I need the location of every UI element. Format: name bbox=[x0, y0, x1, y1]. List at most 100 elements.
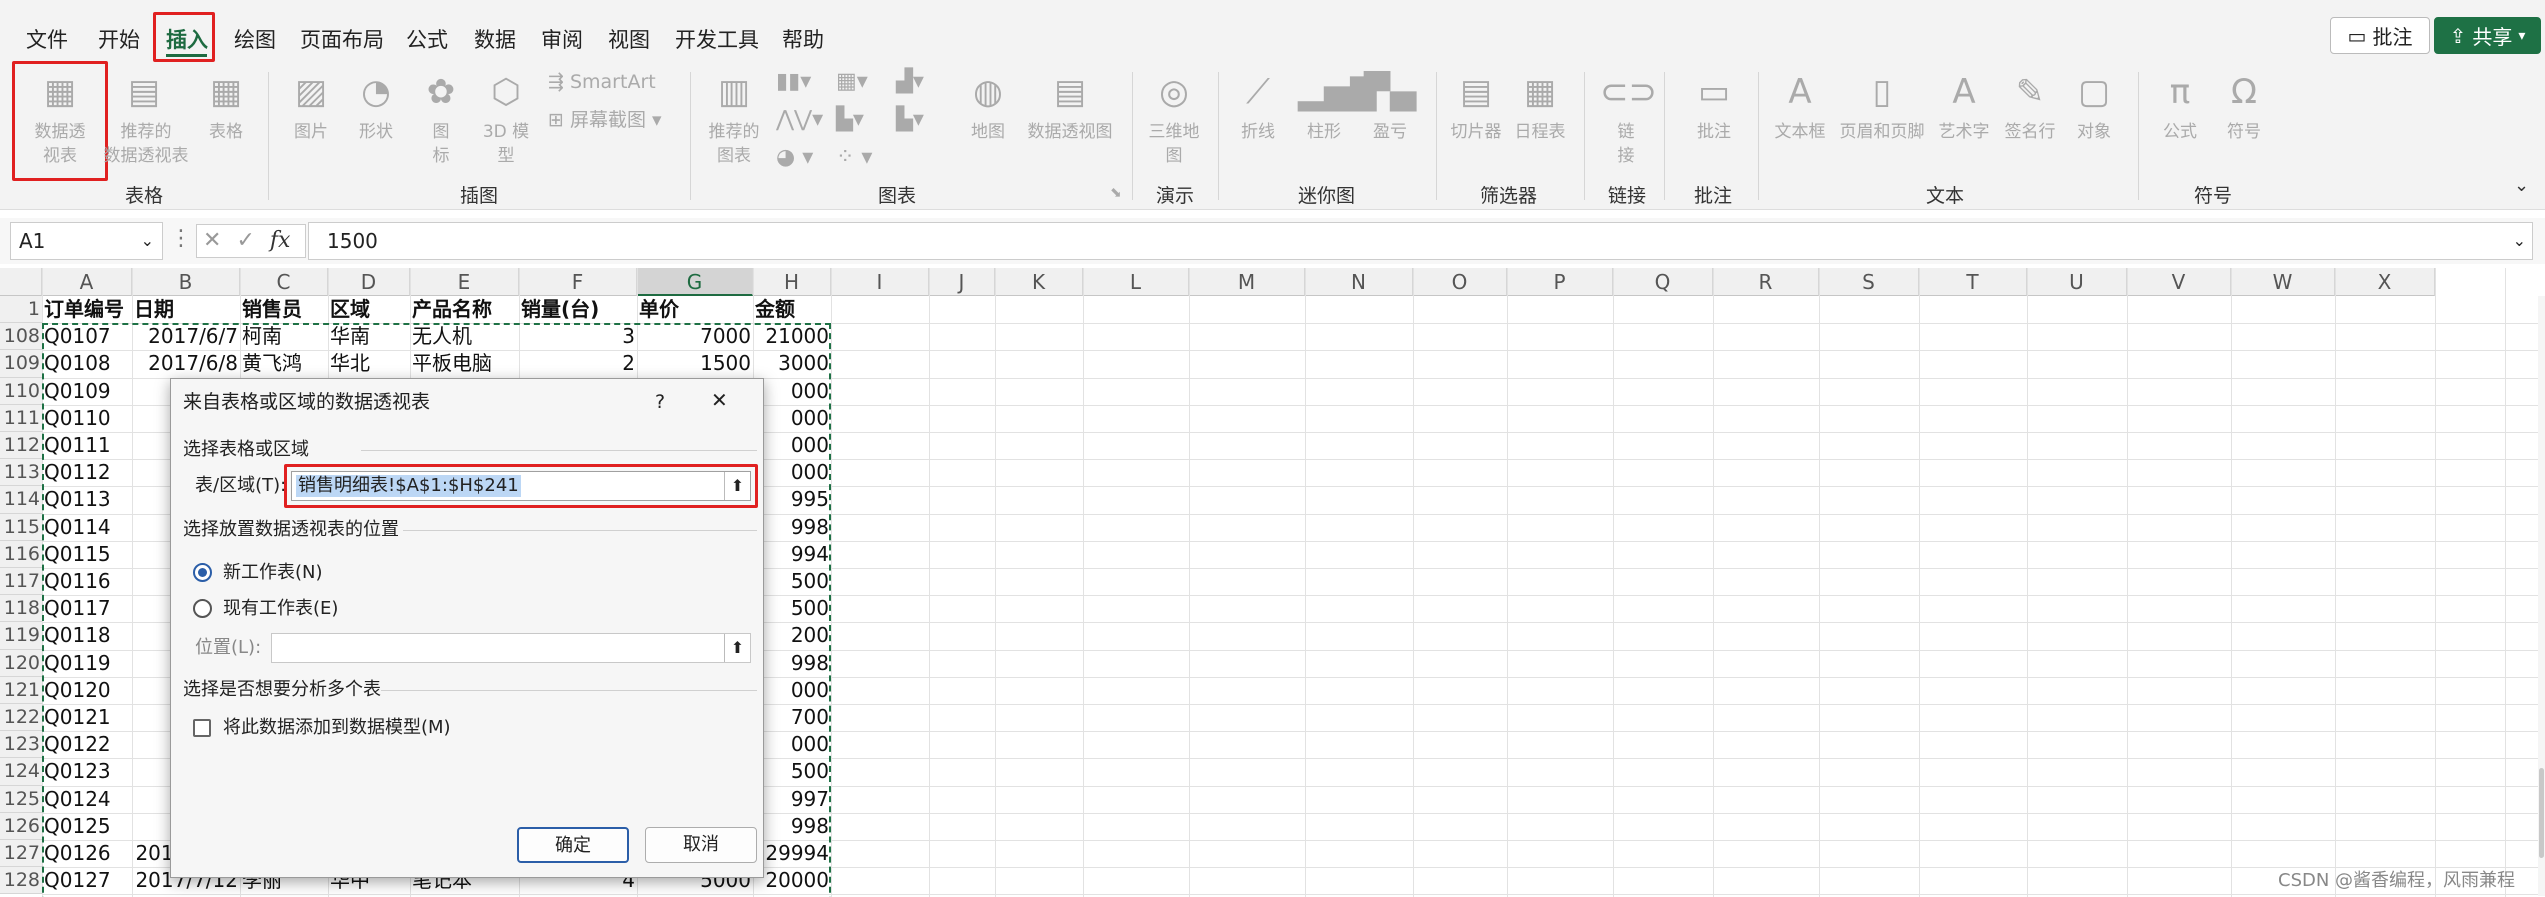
row-header[interactable]: 111 bbox=[0, 404, 42, 432]
hierarchy-chart-icon[interactable]: ▦▾ bbox=[836, 68, 868, 96]
close-icon[interactable]: ✕ bbox=[711, 389, 728, 411]
name-box[interactable]: A1 ⌄ bbox=[10, 222, 163, 260]
help-icon[interactable]: ? bbox=[655, 391, 665, 413]
tab-review[interactable]: 审阅 bbox=[541, 24, 583, 54]
column-header-m[interactable]: M bbox=[1189, 268, 1305, 296]
column-header-k[interactable]: K bbox=[995, 268, 1083, 296]
header-cell[interactable]: 销售员 bbox=[242, 296, 326, 323]
combo-chart-icon[interactable]: ▙▾ bbox=[896, 106, 924, 134]
column-header-t[interactable]: T bbox=[1919, 268, 2027, 296]
row-header[interactable]: 110 bbox=[0, 377, 42, 405]
column-header-u[interactable]: U bbox=[2027, 268, 2127, 296]
tab-home[interactable]: 开始 bbox=[98, 24, 140, 54]
3d-models-button[interactable]: 3D 模 型 bbox=[474, 120, 538, 168]
sparkline-column-button[interactable]: 柱形 bbox=[1298, 120, 1350, 144]
column-header-a[interactable]: A bbox=[42, 268, 132, 296]
column-chart-icon[interactable]: ▮▮▾ bbox=[776, 68, 811, 96]
select-all-corner[interactable] bbox=[0, 268, 42, 296]
header-footer-button[interactable]: 页眉和页脚 bbox=[1832, 120, 1932, 144]
cancel-button[interactable]: 取消 bbox=[645, 827, 757, 863]
column-header-j[interactable]: J bbox=[929, 268, 995, 296]
row-header[interactable]: 127 bbox=[0, 840, 42, 868]
row-header[interactable]: 120 bbox=[0, 649, 42, 677]
header-cell[interactable]: 单价 bbox=[639, 296, 751, 323]
collapse-ribbon-icon[interactable]: ⌄ bbox=[2514, 172, 2529, 200]
pictures-button[interactable]: 图片 bbox=[285, 120, 337, 144]
data-model-label[interactable]: 将此数据添加到数据模型(M) bbox=[223, 717, 451, 739]
scatter-chart-icon[interactable]: ⁘ ▾ bbox=[836, 144, 872, 172]
screenshot-button[interactable]: ⊞ 屏幕截图 ▾ bbox=[548, 106, 662, 134]
tab-file[interactable]: 文件 bbox=[26, 24, 68, 54]
cancel-icon[interactable]: ✕ bbox=[203, 228, 221, 253]
sparkline-line-button[interactable]: 折线 bbox=[1232, 120, 1284, 144]
column-header-i[interactable]: I bbox=[831, 268, 929, 296]
column-header-p[interactable]: P bbox=[1507, 268, 1613, 296]
equation-button[interactable]: 公式 bbox=[2154, 120, 2206, 144]
enter-icon[interactable]: ✓ bbox=[236, 228, 254, 253]
row-header[interactable]: 112 bbox=[0, 432, 42, 460]
row-header[interactable]: 119 bbox=[0, 622, 42, 650]
stats-chart-icon[interactable]: ▙▾ bbox=[836, 106, 864, 134]
link-button[interactable]: 链 接 bbox=[1600, 120, 1652, 168]
header-cell[interactable]: 订单编号 bbox=[44, 296, 130, 323]
tab-draw[interactable]: 绘图 bbox=[234, 24, 276, 54]
scrollbar-thumb[interactable] bbox=[2539, 768, 2544, 858]
data-model-checkbox[interactable] bbox=[193, 719, 211, 737]
ok-button[interactable]: 确定 bbox=[517, 827, 629, 863]
pivot-chart-button[interactable]: 数据透视图 bbox=[1022, 120, 1118, 144]
row-header[interactable]: 113 bbox=[0, 459, 42, 487]
column-header-d[interactable]: D bbox=[328, 268, 410, 296]
maps-button[interactable]: 地图 bbox=[962, 120, 1014, 144]
column-header-l[interactable]: L bbox=[1083, 268, 1189, 296]
column-header-s[interactable]: S bbox=[1819, 268, 1919, 296]
new-sheet-radio[interactable] bbox=[193, 563, 212, 582]
timeline-button[interactable]: 日程表 bbox=[1508, 120, 1572, 144]
header-cell[interactable]: 日期 bbox=[134, 296, 238, 323]
header-cell[interactable]: 销量(台) bbox=[521, 296, 635, 323]
header-cell[interactable]: 产品名称 bbox=[412, 296, 517, 323]
column-header-e[interactable]: E bbox=[410, 268, 519, 296]
waterfall-chart-icon[interactable]: ▟▾ bbox=[896, 68, 924, 96]
row-header[interactable]: 122 bbox=[0, 704, 42, 732]
row-header[interactable]: 124 bbox=[0, 758, 42, 786]
header-cell[interactable]: 区域 bbox=[330, 296, 408, 323]
row-header[interactable]: 115 bbox=[0, 513, 42, 541]
pivot-table-button[interactable]: 数据透 视表 bbox=[14, 120, 106, 168]
row-header[interactable]: 117 bbox=[0, 568, 42, 596]
column-header-x[interactable]: X bbox=[2335, 268, 2435, 296]
column-header-c[interactable]: C bbox=[240, 268, 328, 296]
row-header[interactable]: 118 bbox=[0, 595, 42, 623]
column-header-w[interactable]: W bbox=[2231, 268, 2335, 296]
line-chart-icon[interactable]: ⋀⋁▾ bbox=[776, 106, 823, 134]
dialog-launcher-icon[interactable]: ⬊ bbox=[1110, 179, 1122, 207]
tab-developer[interactable]: 开发工具 bbox=[675, 24, 759, 54]
wordart-button[interactable]: 艺术字 bbox=[1932, 120, 1996, 144]
recommended-charts-button[interactable]: 推荐的 图表 bbox=[700, 120, 768, 168]
textbox-button[interactable]: 文本框 bbox=[1768, 120, 1832, 144]
share-button[interactable]: ⇪ 共享 ▾ bbox=[2434, 17, 2541, 54]
row-header[interactable]: 1 bbox=[0, 296, 42, 324]
row-header[interactable]: 125 bbox=[0, 785, 42, 813]
tab-data[interactable]: 数据 bbox=[474, 24, 516, 54]
column-header-o[interactable]: O bbox=[1413, 268, 1507, 296]
pie-chart-icon[interactable]: ◕ ▾ bbox=[776, 144, 813, 172]
row-header[interactable]: 121 bbox=[0, 676, 42, 704]
formula-input[interactable]: 1500 ⌄ bbox=[308, 222, 2533, 260]
row-header[interactable]: 126 bbox=[0, 812, 42, 840]
comment-button[interactable]: 批注 bbox=[1688, 120, 1740, 144]
tab-formulas[interactable]: 公式 bbox=[406, 24, 448, 54]
column-header-g[interactable]: G bbox=[637, 268, 753, 296]
signature-button[interactable]: 签名行 bbox=[1998, 120, 2062, 144]
sparkline-winloss-button[interactable]: 盈亏 bbox=[1364, 120, 1416, 144]
row-header[interactable]: 128 bbox=[0, 867, 42, 895]
tab-view[interactable]: 视图 bbox=[608, 24, 650, 54]
new-sheet-label[interactable]: 新工作表(N) bbox=[223, 562, 323, 584]
comments-button[interactable]: ▭ 批注 bbox=[2330, 17, 2430, 54]
location-input[interactable]: ⬆ bbox=[271, 633, 751, 663]
fx-icon[interactable]: fx bbox=[270, 228, 291, 253]
column-header-n[interactable]: N bbox=[1305, 268, 1413, 296]
row-header[interactable]: 108 bbox=[0, 323, 42, 351]
slicer-button[interactable]: 切片器 bbox=[1444, 120, 1508, 144]
table-button[interactable]: 表格 bbox=[200, 120, 252, 144]
row-header[interactable]: 116 bbox=[0, 540, 42, 568]
